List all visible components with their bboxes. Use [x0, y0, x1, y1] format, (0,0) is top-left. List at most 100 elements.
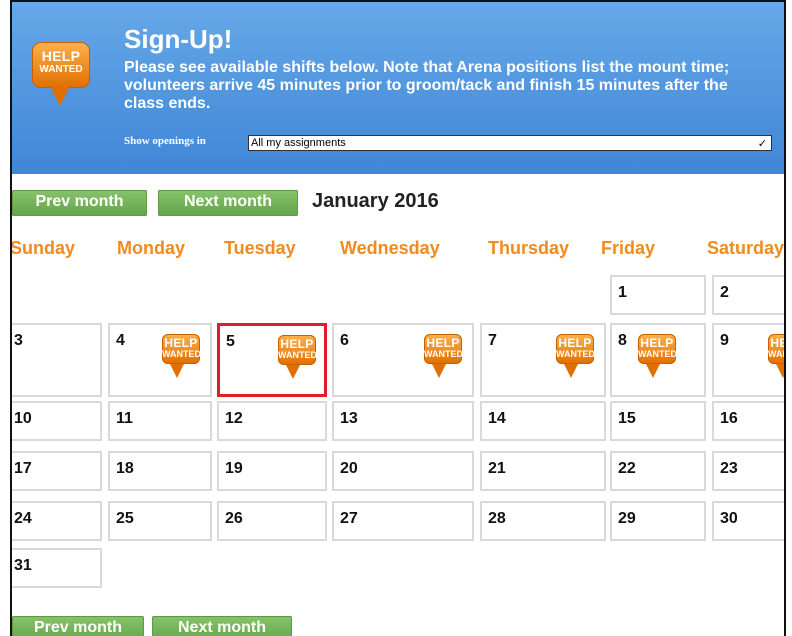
day-of-week-sunday: Sunday [10, 238, 76, 258]
help-wanted-line1: HELP [558, 336, 592, 350]
help-wanted-line2: WANTED [424, 349, 463, 359]
calendar-day-20[interactable]: 20 [332, 451, 474, 491]
calendar-day-27[interactable]: 27 [332, 501, 474, 541]
day-number: 11 [116, 410, 133, 427]
day-number: 25 [116, 510, 134, 527]
assignments-select-value: All my assignments [251, 137, 346, 149]
next-month-button-bottom[interactable]: Next month [152, 616, 292, 636]
calendar-day-24[interactable]: 24 [12, 501, 102, 541]
day-number: 6 [340, 332, 349, 349]
day-number: 2 [720, 284, 729, 301]
day-of-week-tuesday: Tuesday [224, 238, 296, 258]
next-month-button[interactable]: Next month [158, 190, 298, 216]
day-number: 20 [340, 460, 358, 477]
help-wanted-line1: HELP [280, 337, 314, 351]
prev-month-button[interactable]: Prev month [12, 190, 147, 216]
calendar-day-17[interactable]: 17 [12, 451, 102, 491]
help-wanted-line1: HELP [164, 336, 198, 350]
day-of-week-thursday: Thursday [488, 238, 570, 258]
day-number: 24 [14, 510, 32, 527]
calendar-day-29[interactable]: 29 [610, 501, 706, 541]
help-wanted-line2: WANTED [768, 349, 784, 359]
day-number: 26 [225, 510, 243, 527]
help-wanted-line1: HELP [640, 336, 674, 350]
day-number: 3 [14, 332, 23, 349]
calendar-day-10[interactable]: 10 [12, 401, 102, 441]
calendar-day-22[interactable]: 22 [610, 451, 706, 491]
calendar-day-30[interactable]: 30 [712, 501, 784, 541]
signup-frame: HELP WANTED Sign-Up! Please see availabl… [10, 0, 786, 636]
day-number: 13 [340, 410, 358, 427]
calendar-day-12[interactable]: 12 [217, 401, 327, 441]
calendar-day-3[interactable]: 3 [12, 323, 102, 397]
calendar-day-23[interactable]: 23 [712, 451, 784, 491]
help-wanted-icon[interactable]: HELPWANTED [424, 334, 463, 378]
help-wanted-icon[interactable]: HELPWANTED [638, 334, 677, 378]
help-wanted-line1: HELP [770, 336, 786, 350]
day-of-week-wednesday: Wednesday [340, 238, 440, 258]
calendar-day-9[interactable]: 9 HELPWANTED [712, 323, 786, 397]
day-number: 14 [488, 410, 506, 427]
day-number: 19 [225, 460, 243, 477]
calendar-day-6[interactable]: 6 HELP WANTED [332, 323, 474, 397]
day-number: 28 [488, 510, 506, 527]
day-number: 31 [14, 557, 32, 574]
calendar-day-28[interactable]: 28 [480, 501, 606, 541]
day-number: 16 [720, 410, 738, 427]
calendar-day-4[interactable]: 4 HELP WANTED [108, 323, 212, 397]
day-number: 9 [720, 332, 729, 349]
calendar-day-13[interactable]: 13 [332, 401, 474, 441]
day-number: 5 [226, 333, 235, 350]
day-number: 22 [618, 460, 636, 477]
help-wanted-icon[interactable]: HELPWANTED [278, 335, 317, 379]
calendar-day-26[interactable]: 26 [217, 501, 327, 541]
day-number: 21 [488, 460, 506, 477]
calendar-day-2[interactable]: 2 [712, 275, 784, 315]
help-wanted-line2: WANTED [278, 350, 317, 360]
help-wanted-line1: HELP [41, 48, 81, 64]
calendar-day-25[interactable]: 25 [108, 501, 212, 541]
day-number: 27 [340, 510, 358, 527]
day-number: 1 [618, 284, 627, 301]
help-wanted-line2: WANTED [556, 349, 595, 359]
day-number: 23 [720, 460, 738, 477]
help-wanted-line1: HELP [426, 336, 460, 350]
prev-month-button-bottom[interactable]: Prev month [12, 616, 144, 636]
help-wanted-line2: WANTED [638, 349, 677, 359]
calendar-day-5[interactable]: 5 HELP WANTED [217, 323, 327, 397]
month-title: January 2016 [312, 190, 439, 212]
help-wanted-icon[interactable]: HELPWANTED [162, 334, 201, 378]
calendar-day-16[interactable]: 16 [712, 401, 784, 441]
day-number: 10 [14, 410, 32, 427]
help-wanted-icon: HELP WANTED [32, 42, 90, 106]
calendar-day-1[interactable]: 1 [610, 275, 706, 315]
help-wanted-icon[interactable]: HELPWANTED [556, 334, 595, 378]
calendar-day-19[interactable]: 19 [217, 451, 327, 491]
calendar-day-8[interactable]: 8 HELP WANTED [610, 323, 706, 397]
page-title: Sign-Up! [124, 24, 233, 54]
day-number: 18 [116, 460, 134, 477]
help-wanted-line2: WANTED [162, 349, 201, 359]
calendar-day-21[interactable]: 21 [480, 451, 606, 491]
header: HELP WANTED Sign-Up! Please see availabl… [12, 2, 784, 174]
day-of-week-saturday: Saturday [707, 238, 785, 258]
calendar-day-15[interactable]: 15 [610, 401, 706, 441]
calendar-day-7[interactable]: 7 HELP WANTED [480, 323, 606, 397]
day-number: 15 [618, 410, 636, 427]
calendar-day-14[interactable]: 14 [480, 401, 606, 441]
help-wanted-line2: WANTED [39, 64, 83, 75]
page-description: Please see available shifts below. Note … [124, 59, 730, 112]
calendar-day-31[interactable]: 31 [12, 548, 102, 588]
help-wanted-icon[interactable]: HELPWANTED [768, 334, 786, 378]
day-number: 30 [720, 510, 738, 527]
day-number: 12 [225, 410, 243, 427]
day-number: 4 [116, 332, 125, 349]
day-of-week-friday: Friday [601, 238, 656, 258]
assignments-select[interactable]: All my assignments ✓ [248, 135, 772, 151]
calendar-day-11[interactable]: 11 [108, 401, 212, 441]
calendar-day-18[interactable]: 18 [108, 451, 212, 491]
day-number: 17 [14, 460, 32, 477]
show-openings-label: Show openings in [124, 135, 206, 147]
day-of-week-monday: Monday [117, 238, 186, 258]
day-number: 8 [618, 332, 627, 349]
